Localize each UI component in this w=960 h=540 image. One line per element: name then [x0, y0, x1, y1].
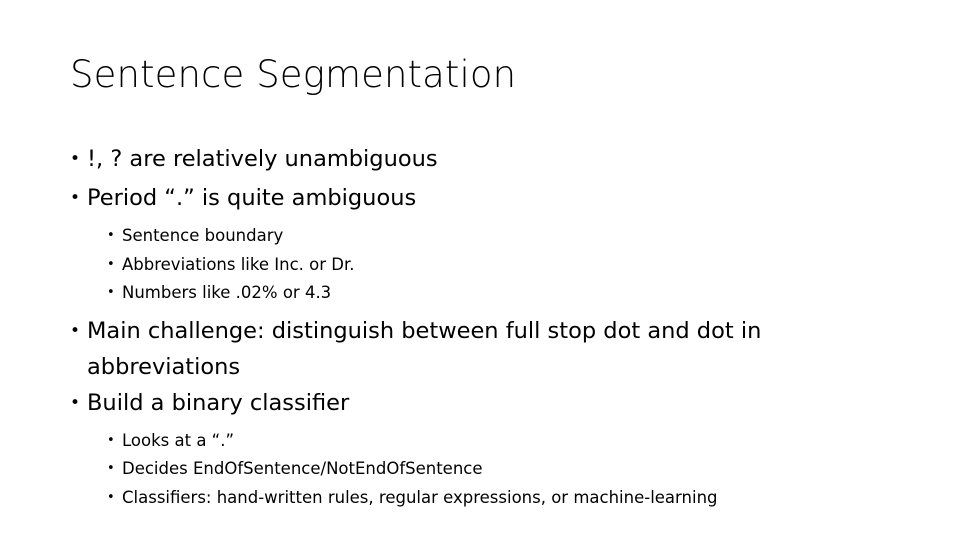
- bullet-marker-icon: •: [107, 432, 115, 448]
- bullet-level1-item: • Period “.” is quite ambiguous: [70, 180, 900, 216]
- bullet-text: Sentence boundary: [122, 226, 284, 245]
- bullet-marker-icon: •: [70, 188, 81, 208]
- bullet-text: Main challenge: distinguish between full…: [87, 317, 762, 380]
- bullet-text: Decides EndOfSentence/NotEndOfSentence: [122, 459, 483, 478]
- bullet-marker-icon: •: [70, 392, 81, 413]
- bullet-level2-item: • Decides EndOfSentence/NotEndOfSentence: [70, 455, 900, 484]
- bullet-level2-item: • Classifiers: hand-written rules, regul…: [70, 484, 900, 513]
- bullet-level1-item: • Build a binary classifier: [70, 385, 900, 421]
- bullet-level1-item: • !, ? are relatively unambiguous: [70, 141, 900, 177]
- bullet-text: Period “.” is quite ambiguous: [87, 185, 417, 211]
- slide-canvas: Sentence Segmentation • !, ? are relativ…: [0, 0, 960, 540]
- bullet-marker-icon: •: [107, 228, 115, 243]
- bullet-marker-icon: •: [107, 489, 115, 505]
- bullet-marker-icon: •: [107, 461, 115, 476]
- bullet-marker-icon: •: [70, 149, 81, 169]
- bullet-level2-item: • Sentence boundary: [70, 222, 900, 251]
- bullet-marker-icon: •: [107, 256, 115, 272]
- bullet-level2-item: • Looks at a “.”: [70, 427, 900, 456]
- bullet-text: Classifiers: hand-written rules, regular…: [122, 487, 718, 507]
- bullet-level2-item: • Numbers like .02% or 4.3: [70, 279, 900, 308]
- bullet-text: Numbers like .02% or 4.3: [122, 283, 332, 302]
- bullet-level1-item: • Main challenge: distinguish between fu…: [70, 313, 900, 385]
- bullet-text: Looks at a “.”: [122, 430, 235, 450]
- bullet-marker-icon: •: [107, 285, 115, 300]
- slide-body: • !, ? are relatively unambiguous • Peri…: [70, 141, 900, 512]
- bullet-text: !, ? are relatively unambiguous: [87, 146, 438, 172]
- page-title: Sentence Segmentation: [70, 53, 517, 96]
- bullet-text: Abbreviations like Inc. or Dr.: [122, 254, 355, 274]
- bullet-marker-icon: •: [70, 320, 81, 341]
- bullet-level2-item: • Abbreviations like Inc. or Dr.: [70, 251, 900, 280]
- bullet-text: Build a binary classifier: [87, 389, 350, 416]
